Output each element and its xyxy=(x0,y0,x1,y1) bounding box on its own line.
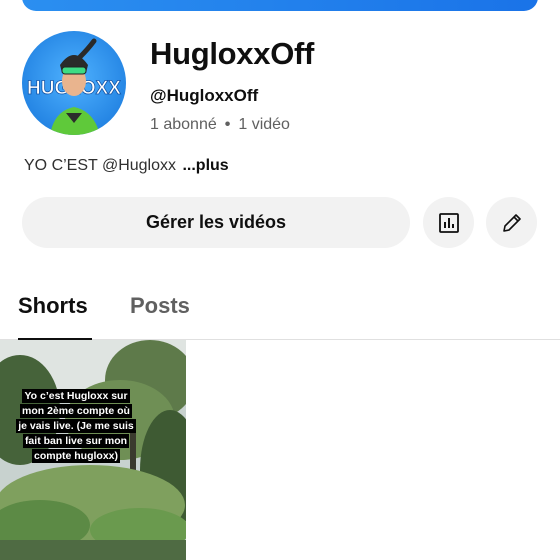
subscriber-count: 1 abonné xyxy=(150,116,217,133)
top-banner xyxy=(22,0,538,11)
short-thumbnail[interactable]: Yo c’est Hugloxx sur mon 2ème compte où … xyxy=(0,340,186,560)
channel-description[interactable]: YO C’EST @Hugloxx ...plus xyxy=(24,157,229,175)
short-caption: Yo c’est Hugloxx sur mon 2ème compte où … xyxy=(16,389,136,463)
tab-shorts[interactable]: Shorts xyxy=(18,293,88,319)
analytics-button[interactable] xyxy=(423,197,474,248)
manage-videos-button[interactable]: Gérer les vidéos xyxy=(22,197,410,248)
tab-posts[interactable]: Posts xyxy=(130,293,190,319)
channel-handle: @HugloxxOff xyxy=(150,86,259,105)
avatar-image: HUGLOXX xyxy=(22,31,126,135)
stats-separator: • xyxy=(224,116,231,133)
description-text: YO C’EST @Hugloxx xyxy=(24,157,176,174)
bar-chart-icon xyxy=(438,212,459,233)
avatar[interactable]: HUGLOXX xyxy=(22,31,126,135)
pencil-icon xyxy=(502,213,521,232)
channel-name: HugloxxOff xyxy=(150,36,315,71)
more-link[interactable]: ...plus xyxy=(182,157,228,174)
video-count: 1 vidéo xyxy=(238,116,290,133)
edit-button[interactable] xyxy=(486,197,537,248)
channel-stats: 1 abonné • 1 vidéo xyxy=(150,116,290,134)
content-tabs: Shorts Posts xyxy=(0,285,560,341)
